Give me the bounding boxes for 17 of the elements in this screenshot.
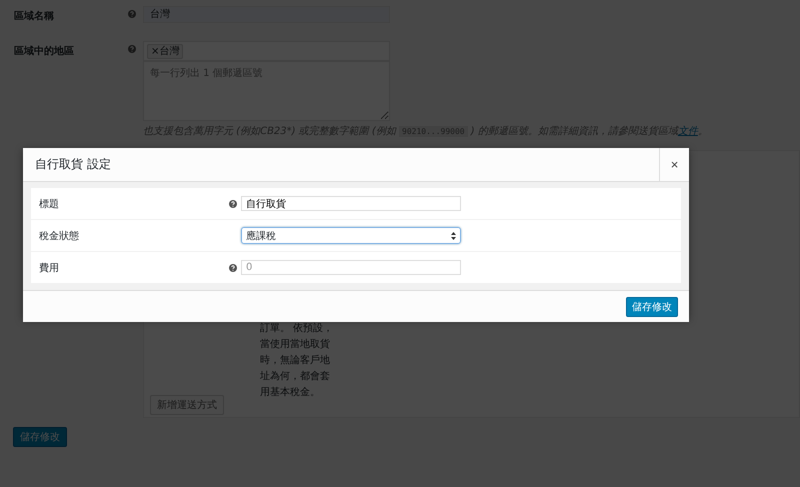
- field-label: 費用: [39, 262, 60, 274]
- text-field[interactable]: 自行取貨: [241, 196, 461, 211]
- docs-link[interactable]: 文件: [678, 126, 698, 137]
- remove-tag-button[interactable]: ×: [151, 46, 160, 57]
- text-field[interactable]: 0: [241, 260, 461, 275]
- method-description: 訂單。 依預設，當使用當地取貨時，無論客戶地址為何，都會套用基本稅金。: [260, 322, 334, 400]
- field-label: 區域名稱: [14, 10, 55, 23]
- field-label: 標題: [39, 198, 60, 210]
- field-label: 區域中的地區: [14, 44, 75, 58]
- help-icon: [229, 264, 237, 272]
- updown-arrow-icon: [451, 232, 456, 240]
- close-button[interactable]: ×: [659, 148, 689, 181]
- modal-title: 自行取貨 設定: [34, 156, 112, 173]
- tax-status-dropdown[interactable]: 應課稅: [241, 227, 461, 244]
- save-changes-button[interactable]: 儲存修改: [626, 296, 678, 316]
- help-icon: [229, 200, 237, 208]
- field-label: 稅金狀態: [39, 230, 80, 242]
